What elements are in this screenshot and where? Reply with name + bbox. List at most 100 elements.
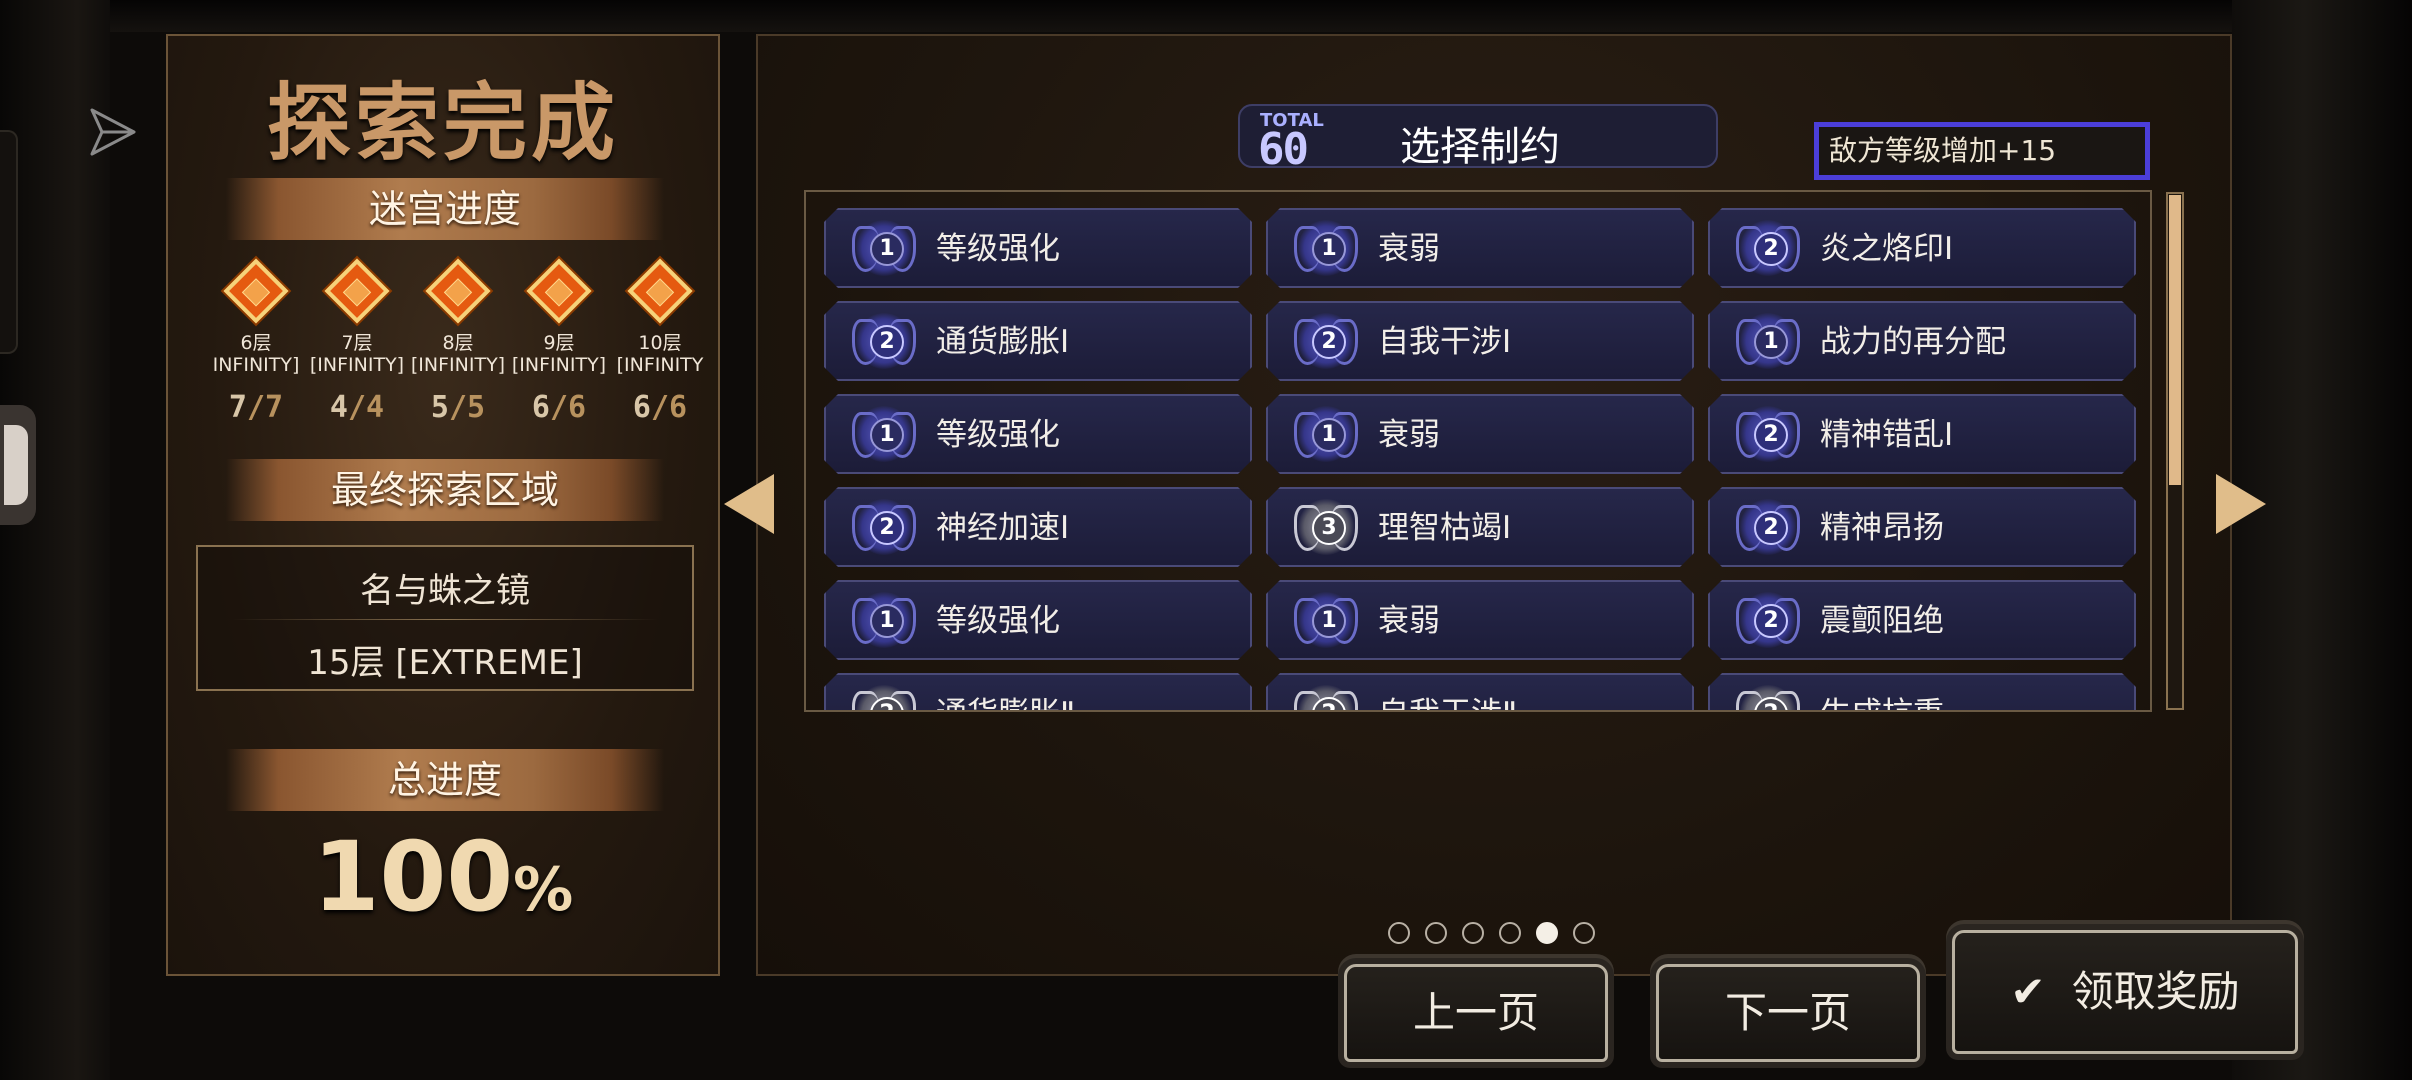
restriction-card[interactable]: 2 自我干涉Ⅱ [1266, 673, 1694, 712]
restriction-card[interactable]: 2 精神错乱Ⅰ [1708, 394, 2136, 474]
restriction-level-icon: 1 [1740, 313, 1796, 369]
restriction-card[interactable]: 1 衰弱 [1266, 580, 1694, 660]
floor-count: 5/5 [430, 390, 486, 425]
restriction-label: 衰弱 [1378, 417, 1440, 453]
floor-label: 6层 INFINITY] [212, 332, 300, 376]
restriction-label: 衰弱 [1378, 231, 1440, 267]
total-restriction-box: TOTAL 60 选择制约 [1238, 104, 1718, 175]
claim-reward-button[interactable]: ✔ 领取奖励 [1952, 930, 2298, 1054]
floor-progress-item: 7层 [INFINITY] 4/4 [305, 258, 409, 425]
next-page-button[interactable]: 下一页 [1656, 964, 1920, 1062]
restriction-label: 战力的再分配 [1820, 324, 2006, 360]
final-area-box: 名与蛛之镜 15层 [EXTREME] [196, 545, 694, 691]
arrow-right-icon[interactable] [2216, 474, 2266, 534]
total-value: 60 [1258, 124, 1309, 175]
page-dot[interactable] [1499, 922, 1521, 944]
restriction-level-icon: 2 [1740, 685, 1796, 712]
restriction-card[interactable]: 1 衰弱 [1266, 208, 1694, 288]
restriction-card[interactable]: 1 等级强化 [824, 580, 1252, 660]
floor-emblem-icon [223, 258, 289, 324]
restriction-label: 通货膨胀Ⅱ [936, 675, 1075, 712]
scroll-thumb[interactable] [2169, 195, 2181, 485]
total-progress-value: 100% [168, 821, 718, 933]
floor-emblem-icon [324, 258, 390, 324]
right-frame [2232, 0, 2412, 1080]
share-icon[interactable] [86, 106, 138, 158]
top-frame [110, 0, 2232, 32]
page-indicator [1388, 920, 1598, 948]
page-dot[interactable] [1425, 922, 1447, 944]
restriction-level-icon: 1 [856, 592, 912, 648]
page-dot[interactable] [1573, 922, 1595, 944]
floor-emblem-icon [425, 258, 491, 324]
restriction-label: 自我干涉Ⅱ [1378, 675, 1517, 712]
page-dot[interactable] [1388, 922, 1410, 944]
floor-label: 8层 [INFINITY] [410, 332, 506, 376]
restriction-label: 神经加速Ⅰ [936, 510, 1070, 546]
restriction-label: 等级强化 [936, 603, 1060, 639]
floor-emblem-icon [526, 258, 592, 324]
side-handle[interactable] [0, 405, 36, 525]
restriction-card[interactable]: 1 等级强化 [824, 394, 1252, 474]
restriction-level-icon: 2 [1298, 685, 1354, 712]
restriction-level-icon: 2 [1740, 592, 1796, 648]
restriction-card[interactable]: 2 震颤阻绝 [1708, 580, 2136, 660]
floor-progress-item: 9层 [INFINITY] 6/6 [507, 258, 611, 425]
floor-progress-list: 6层 INFINITY] 7/7 7层 [INFINITY] 4/4 8层 [INFINITY… [204, 258, 703, 458]
restriction-label: 炎之烙印Ⅰ [1820, 231, 1954, 267]
side-tab[interactable] [0, 130, 18, 354]
divider [232, 619, 658, 620]
restriction-card[interactable]: 2 通货膨胀Ⅰ [824, 301, 1252, 381]
restriction-card[interactable]: 1 衰弱 [1266, 394, 1694, 474]
restriction-level-icon: 3 [1298, 499, 1354, 555]
floor-label: 7层 [INFINITY] [309, 332, 405, 376]
page-dot[interactable] [1536, 922, 1558, 944]
claim-reward-label: 领取奖励 [2071, 967, 2240, 1016]
restriction-label: 精神昂扬 [1820, 510, 1944, 546]
final-area-banner: 最终探索区域 [226, 459, 664, 521]
restriction-grid: 1 等级强化 1 衰弱 2 炎之烙印Ⅰ 2 通货膨胀Ⅰ 2 自我干涉Ⅰ 1 战力的再分配 1 等级强化 1 衰… [804, 190, 2152, 712]
restriction-card[interactable]: 2 炎之烙印Ⅰ [1708, 208, 2136, 288]
restriction-card[interactable]: 2 自我干涉Ⅰ [1266, 301, 1694, 381]
select-restriction-title: 选择制约 [1400, 124, 1560, 170]
restriction-level-icon: 1 [856, 406, 912, 462]
exploration-summary-panel: 探索完成 迷宫进度 6层 INFINITY] 7/7 7层 [INFINITY] 4/4 8… [166, 34, 720, 976]
prev-page-button[interactable]: 上一页 [1344, 964, 1608, 1062]
total-progress-unit: % [513, 855, 574, 925]
floor-progress-item: 8层 [INFINITY] 5/5 [406, 258, 510, 425]
final-area-name: 名与蛛之镜 [360, 571, 530, 611]
floor-count: 7/7 [228, 390, 284, 425]
page-dot[interactable] [1462, 922, 1484, 944]
restriction-card[interactable]: 3 理智枯竭Ⅰ [1266, 487, 1694, 567]
restriction-card[interactable]: 2 神经加速Ⅰ [824, 487, 1252, 567]
total-progress-number: 100 [312, 821, 514, 933]
restriction-level-icon: 1 [856, 220, 912, 276]
restriction-card[interactable]: 1 战力的再分配 [1708, 301, 2136, 381]
floor-progress-item: 10层 [INFINITY 6/6 [608, 258, 712, 425]
restriction-label: 等级强化 [936, 231, 1060, 267]
restriction-level-icon: 1 [1298, 220, 1354, 276]
restriction-label: 生成抗重 [1820, 675, 1944, 712]
restriction-level-icon: 2 [856, 499, 912, 555]
restriction-card[interactable]: 2 生成抗重 [1708, 673, 2136, 712]
restriction-label: 等级强化 [936, 417, 1060, 453]
side-handle-inner [4, 425, 28, 505]
restriction-label: 衰弱 [1378, 603, 1440, 639]
floor-count: 6/6 [531, 390, 587, 425]
restriction-label: 理智枯竭Ⅰ [1378, 510, 1512, 546]
floor-progress-item: 6层 INFINITY] 7/7 [204, 258, 308, 425]
restriction-level-icon: 2 [856, 313, 912, 369]
restriction-level-icon: 2 [1740, 499, 1796, 555]
final-area-floor: 15层 [EXTREME] [307, 643, 583, 683]
arrow-left-icon[interactable] [724, 474, 774, 534]
maze-progress-banner: 迷宫进度 [226, 178, 664, 240]
scrollbar[interactable] [2166, 192, 2184, 710]
restriction-card[interactable]: 1 等级强化 [824, 208, 1252, 288]
restriction-label: 震颤阻绝 [1820, 603, 1944, 639]
restriction-card[interactable]: 2 精神昂扬 [1708, 487, 2136, 567]
restriction-level-icon: 1 [1298, 592, 1354, 648]
check-icon: ✔ [2010, 967, 2046, 1016]
restriction-card[interactable]: 2 通货膨胀Ⅱ [824, 673, 1252, 712]
enemy-level-info[interactable]: 敌方等级增加+15 [1814, 122, 2150, 180]
floor-emblem-icon [627, 258, 693, 324]
